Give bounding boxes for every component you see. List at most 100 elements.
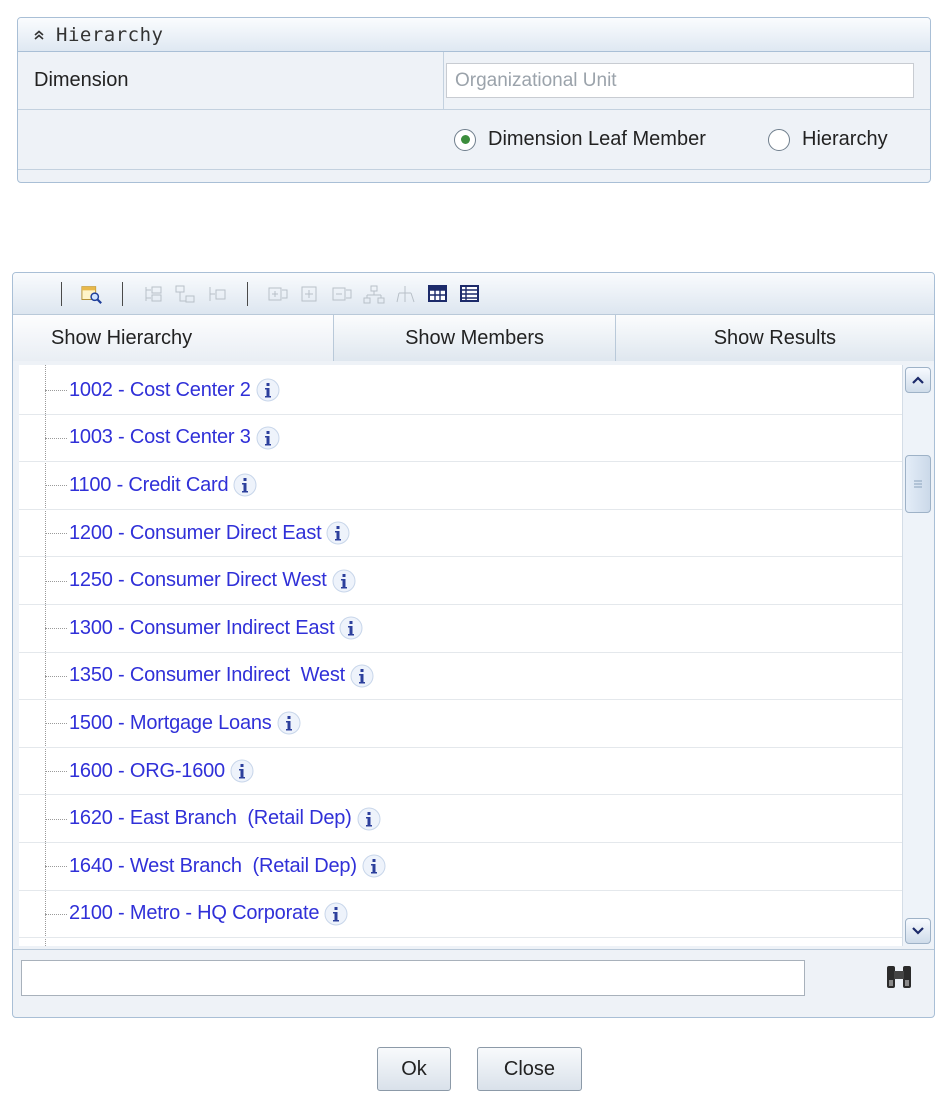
tree-node-content: 1250 - Consumer Direct West [69, 568, 357, 594]
radio-label[interactable]: Dimension Leaf Member [488, 128, 706, 151]
search-input[interactable] [21, 960, 805, 996]
hierarchy-browser: Show Hierarchy Show Members Show Results… [12, 272, 935, 1018]
tree-connector [45, 866, 67, 868]
tree-node[interactable]: 1640 - West Branch (Retail Dep) [19, 843, 902, 891]
tree-connector [45, 818, 67, 820]
tree-node[interactable]: 1600 - ORG-1600 [19, 748, 902, 796]
show-levels-icon [363, 283, 385, 305]
tree-node-label[interactable]: 1620 - East Branch (Retail Dep) [69, 807, 352, 830]
tab-show-members[interactable]: Show Members [334, 315, 616, 361]
dimension-row-divider [443, 52, 444, 109]
tree-connector [45, 390, 67, 392]
info-icon[interactable] [232, 472, 258, 498]
expand-branch-icon [267, 283, 289, 305]
tree-node-label[interactable]: 1640 - West Branch (Retail Dep) [69, 855, 357, 878]
dimension-label: Dimension [34, 69, 129, 91]
info-icon[interactable] [323, 901, 349, 927]
scroll-down-button[interactable] [905, 918, 931, 944]
tree-node-content: 1640 - West Branch (Retail Dep) [69, 853, 387, 879]
info-icon[interactable] [361, 853, 387, 879]
close-button[interactable]: Close [477, 1047, 582, 1091]
browser-tabs: Show Hierarchy Show Members Show Results [13, 315, 934, 361]
radio-button[interactable] [768, 128, 790, 151]
tree-scrollbar[interactable] [902, 365, 933, 946]
info-icon[interactable] [331, 568, 357, 594]
chevron-down-icon [912, 927, 924, 935]
tree-node[interactable]: 1620 - East Branch (Retail Dep) [19, 795, 902, 843]
tree-node[interactable]: 1300 - Consumer Indirect East [19, 605, 902, 653]
info-icon[interactable] [229, 758, 255, 784]
tree-node[interactable]: 1500 - Mortgage Loans [19, 700, 902, 748]
info-icon[interactable] [276, 710, 302, 736]
tree-connector [45, 771, 67, 773]
radio-dimension-leaf-member[interactable]: Dimension Leaf Member [454, 128, 706, 151]
toolbar-separator [61, 281, 62, 306]
tree-node-label[interactable]: 1100 - Credit Card [69, 474, 229, 497]
dimension-row: Dimension Organizational Unit [18, 52, 930, 110]
hierarchy-panel-header[interactable]: Hierarchy [18, 18, 930, 52]
tab-show-hierarchy[interactable]: Show Hierarchy [13, 315, 335, 361]
tree-node-label[interactable]: 1003 - Cost Center 3 [69, 426, 251, 449]
list-view-icon[interactable] [459, 283, 481, 305]
toolbar-separator [247, 281, 248, 306]
tree-node[interactable]: 1250 - Consumer Direct West [19, 557, 902, 605]
radio-hierarchy[interactable]: Hierarchy [768, 128, 888, 151]
collapse-chevron-icon[interactable] [30, 26, 48, 44]
radio-label[interactable]: Hierarchy [802, 128, 888, 151]
tab-show-results[interactable]: Show Results [615, 315, 934, 361]
tree-node-label[interactable]: 1300 - Consumer Indirect East [69, 617, 335, 640]
info-icon[interactable] [338, 615, 364, 641]
ok-button[interactable]: Ok [377, 1047, 451, 1091]
tree-node-label[interactable]: 1350 - Consumer Indirect West [69, 664, 345, 687]
toolbar-separator [122, 281, 123, 306]
hierarchy-tree: 1002 - Cost Center 2 1003 - Cost Center 3… [19, 365, 902, 946]
tree-connector [45, 533, 67, 535]
tree-node-label[interactable]: 1200 - Consumer Direct East [69, 522, 322, 545]
search-bar [13, 949, 934, 1001]
tree-connector [45, 913, 67, 915]
tree-node-content: 1003 - Cost Center 3 [69, 425, 281, 451]
chevron-up-icon [912, 376, 924, 384]
expand-all-icon [299, 283, 321, 305]
tree-node[interactable]: 1003 - Cost Center 3 [19, 415, 902, 463]
selection-type-row: Dimension Leaf Member Hierarchy [18, 110, 930, 170]
tree-connector [45, 437, 67, 439]
radio-selected-dot [460, 135, 470, 144]
collapse-all-icon [331, 283, 353, 305]
tree-node[interactable]: 2100 - Metro - HQ Corporate [19, 891, 902, 939]
tree-connector [45, 485, 67, 487]
scroll-thumb[interactable] [905, 455, 931, 513]
tree-node-label[interactable]: 1600 - ORG-1600 [69, 760, 225, 783]
tree-connector [45, 580, 67, 582]
tree-node-label[interactable]: 1002 - Cost Center 2 [69, 379, 251, 402]
tree-node-content: 1002 - Cost Center 2 [69, 377, 281, 403]
tree-node[interactable]: 1350 - Consumer Indirect West [19, 653, 902, 701]
binoculars-icon[interactable] [879, 962, 919, 992]
tree-node-content: 1350 - Consumer Indirect West [69, 663, 375, 689]
radio-button[interactable] [454, 128, 476, 151]
refresh-node-icon [206, 283, 228, 305]
tree-node-content: 1100 - Credit Card [69, 472, 258, 498]
info-icon[interactable] [349, 663, 375, 689]
info-icon[interactable] [255, 425, 281, 451]
tree-node-content: 2100 - Metro - HQ Corporate [69, 901, 349, 927]
hierarchy-panel: Hierarchy Dimension Organizational Unit … [17, 17, 931, 183]
tree-connector [45, 628, 67, 630]
dimension-field[interactable]: Organizational Unit [446, 63, 914, 98]
tree-node[interactable]: 1002 - Cost Center 2 [19, 367, 902, 415]
browser-toolbar [13, 273, 934, 315]
search-icon[interactable] [81, 283, 103, 305]
hide-levels-icon [395, 283, 417, 305]
scroll-up-button[interactable] [905, 367, 931, 393]
hierarchy-panel-title: Hierarchy [56, 23, 164, 46]
tree-node-label[interactable]: 2100 - Metro - HQ Corporate [69, 902, 319, 925]
info-icon[interactable] [356, 806, 382, 832]
tree-connector [45, 675, 67, 677]
tree-node-label[interactable]: 1500 - Mortgage Loans [69, 712, 272, 735]
tree-node-label[interactable]: 1250 - Consumer Direct West [69, 569, 327, 592]
tree-node[interactable]: 1100 - Credit Card [19, 462, 902, 510]
tree-node[interactable]: 1200 - Consumer Direct East [19, 510, 902, 558]
info-icon[interactable] [325, 520, 351, 546]
info-icon[interactable] [255, 377, 281, 403]
grid-view-icon[interactable] [427, 283, 449, 305]
